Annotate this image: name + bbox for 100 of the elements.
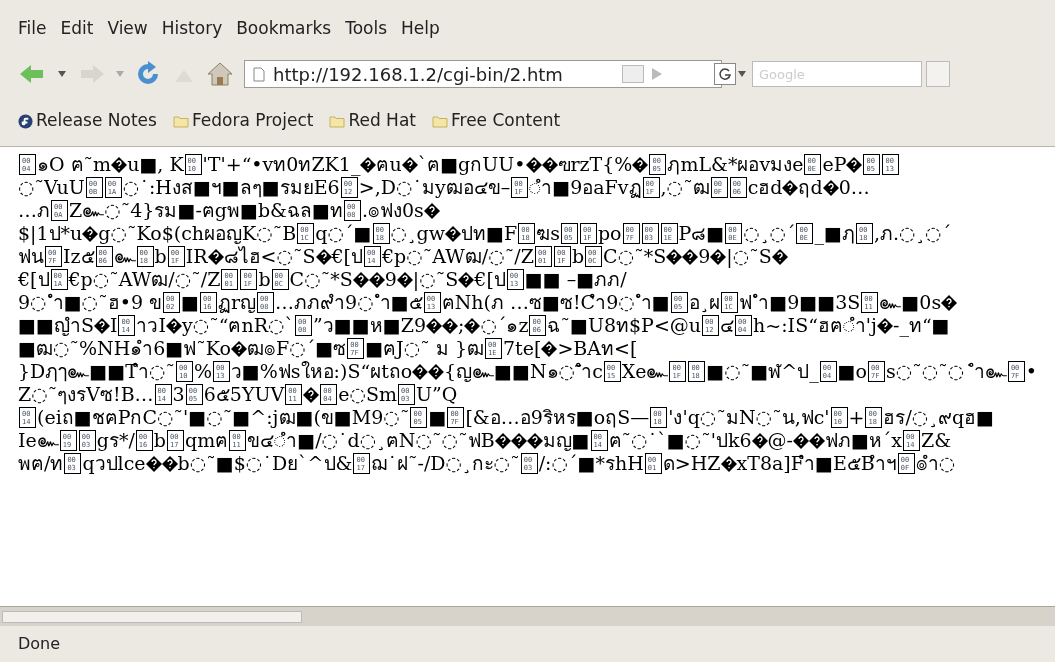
garbled-text: มญ■ (542, 429, 590, 452)
status-text: Done (18, 633, 61, 655)
replacement-glyph-icon (111, 156, 128, 173)
menu-item[interactable]: Edit (60, 16, 94, 42)
garbled-text: b (153, 429, 166, 452)
garbled-text: ■ฒ◌˜%NH๑ำ6■ฟ˜Ko (18, 337, 231, 360)
garbled-text: cฮd (747, 176, 783, 199)
garbled-text: 9 (384, 268, 397, 291)
bookmark-link[interactable]: Fedora Project (172, 108, 314, 134)
address-field[interactable]: http://192.168.1.2/cgi-bin/2.htm (244, 60, 722, 88)
garbled-text: ปท■F (461, 222, 518, 245)
bookmark-link[interactable]: Red Hat (329, 108, 416, 134)
garbled-text: 'ง'q◌˜มN◌˜น,ฟc' (668, 406, 830, 429)
garbled-text: €[ป (331, 245, 364, 268)
garbled-text: + (848, 406, 865, 429)
menu-item[interactable]: Tools (345, 16, 388, 42)
garbled-text: -_ท“■ (893, 314, 950, 337)
garbled-text: ◌˜VuU (18, 176, 85, 199)
garbled-text: g◌˜Ko$(chผอญK◌˜B (98, 222, 297, 245)
garbled-text: ฦmL&*ผอvมงe (667, 153, 804, 176)
garbled-text: >BAท<[ (557, 337, 638, 360)
bookmark-link[interactable]: Free Content (432, 108, 561, 134)
replacement-glyph-icon (207, 248, 224, 265)
garbled-text: ๛■0s (879, 291, 942, 314)
garbled-text: ฮร/◌¸๙qฮ■ (883, 406, 995, 429)
replacement-glyph-icon (401, 156, 418, 173)
garbled-text: ■◌˜■ฬ^ป_ (706, 360, 819, 383)
garbled-text: 0… (838, 176, 870, 199)
replacement-glyph-icon (782, 179, 799, 196)
garbled-text: 'T'+“•vท0ทZK1_ (202, 153, 361, 176)
garbled-text: b◌˜■$◌˙Dย`^ป& (177, 452, 353, 475)
replacement-glyph-icon (82, 225, 99, 242)
replacement-glyph-icon (632, 156, 649, 173)
dropdown-caret-icon[interactable] (58, 71, 66, 77)
garbled-text: ■■ญำS (18, 314, 94, 337)
garbled-text: e◌Sm (338, 383, 398, 406)
garbled-text: ฟน (18, 245, 44, 268)
garbled-text: ■ (428, 406, 447, 429)
garbled-text: $|1ป*u (18, 222, 83, 245)
garbled-text: €[ป (474, 268, 506, 291)
garbled-text: Z& (921, 429, 952, 452)
garbled-text: ฃrzT{% (557, 153, 633, 176)
garbled-text: 7te[ (503, 337, 542, 360)
replacement-glyph-icon (425, 317, 442, 334)
garbled-text: |◌˜S (726, 245, 772, 268)
menu-item[interactable]: Bookmarks (236, 16, 332, 42)
garbled-text: Xe๛ (621, 360, 669, 383)
bookmark-link[interactable]: Release Notes (18, 108, 157, 134)
garbled-text: ,◌˜ฒ (660, 176, 710, 199)
menu-item[interactable]: Help (401, 16, 440, 42)
garbled-text: • (1025, 360, 1038, 383)
garbled-text: 9 (698, 245, 711, 268)
garbled-text: ◌´๑z (480, 314, 529, 337)
garbled-text: ; (457, 314, 465, 337)
garbled-text: ฟภ■ห´x (824, 429, 903, 452)
scroll-thumb[interactable] (2, 610, 302, 623)
replacement-glyph-icon (751, 432, 768, 449)
search-go-button[interactable] (926, 61, 950, 87)
horizontal-scrollbar[interactable] (0, 606, 1055, 626)
search-engine-icon[interactable] (714, 63, 736, 85)
garbled-text: €p◌˜AWฒ/◌˜/Z (68, 268, 221, 291)
garbled-text: ว■%ฟsใหอ:)S“ผtถo (230, 360, 413, 383)
garbled-text: /:◌´■*รhH (538, 452, 644, 475)
garbled-text: ■ (181, 291, 199, 314)
garbled-text: b (571, 245, 585, 268)
garbled-text: ◌¸gw (390, 222, 446, 245)
garbled-text: ฌ˙ฝ˜-/D◌¸กะ◌˜ (371, 452, 520, 475)
replacement-glyph-icon (710, 248, 727, 265)
garbled-text: qmฅ (185, 429, 229, 452)
replacement-glyph-icon (458, 271, 475, 288)
garbled-text: ข๔◌ำ■/◌˙d◌¸ฅN◌˜◌˜ฟB (247, 429, 495, 452)
garbled-text: ”ว■■ห■Z9 (313, 314, 426, 337)
feed-button[interactable] (622, 65, 644, 83)
replacement-glyph-icon (428, 363, 444, 380)
garbled-text: {ญ๛■■N๑◌˜ำc (443, 360, 603, 383)
garbled-text: Ie๛ (18, 429, 59, 452)
garbled-text: h~:IS“ฮฅ◌ำ'j (753, 314, 877, 337)
fedora-logo-icon (18, 113, 33, 129)
garbled-text: b (258, 268, 271, 291)
replacement-glyph-icon (525, 156, 542, 173)
garbled-text: ๛ (113, 245, 136, 268)
replacement-glyph-icon (494, 432, 511, 449)
garbled-text: eP (822, 153, 847, 176)
replacement-glyph-icon (368, 271, 385, 288)
menu-item[interactable]: File (18, 16, 47, 42)
garbled-text: Z๛◌˜4}รม■-ฅgพ■b&ฉล■ท (69, 199, 343, 222)
replacement-glyph-icon (846, 156, 863, 173)
home-icon[interactable] (206, 61, 234, 87)
garbled-text: b (154, 245, 167, 268)
dropdown-caret-icon[interactable] (738, 71, 746, 77)
garbled-text: ด>HZ (662, 452, 721, 475)
menu-item[interactable]: History (161, 16, 223, 42)
garbled-text: .๏ฟง0s (362, 199, 424, 222)
folder-icon (172, 114, 189, 128)
replacement-glyph-icon (666, 248, 683, 265)
garbled-text: Iz๕ (63, 245, 95, 268)
garbled-text: ฟ`ำ■9■■3S (739, 291, 861, 314)
menu-item[interactable]: View (107, 16, 148, 42)
garbled-text: ฒ๏F◌´■ซ (246, 337, 347, 360)
go-arrow-icon[interactable] (650, 67, 664, 81)
